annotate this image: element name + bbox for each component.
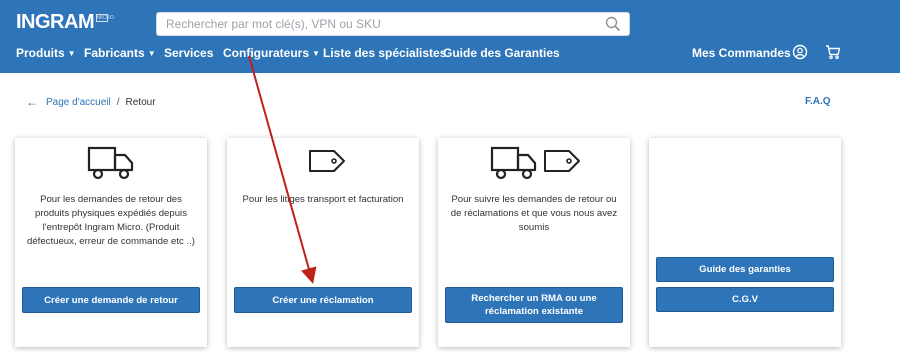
nav-produits[interactable]: Produits ▼ bbox=[16, 46, 76, 60]
faq-link[interactable]: F.A.Q bbox=[805, 96, 831, 107]
guide-garanties-button[interactable]: Guide des garanties bbox=[656, 257, 834, 282]
nav-produits-label: Produits bbox=[16, 46, 65, 60]
logo-text: INGRAM bbox=[16, 11, 95, 33]
truck-icon bbox=[490, 146, 537, 180]
card-retour-produit: Pour les demandes de retour des produits… bbox=[15, 138, 207, 347]
logo-subtext: MICRO bbox=[96, 14, 114, 22]
card-description: Pour suivre les demandes de retour ou de… bbox=[450, 194, 618, 233]
main-nav: Produits ▼ Fabricants ▼ Services Configura… bbox=[0, 44, 900, 64]
search-input[interactable] bbox=[157, 13, 587, 35]
creer-reclamation-button[interactable]: Créer une réclamation bbox=[234, 287, 412, 313]
nav-liste-specialistes-label: Liste des spécialistes bbox=[323, 46, 447, 60]
nav-fabricants-label: Fabricants bbox=[84, 46, 145, 60]
card-documents: Guide des garanties C.G.V bbox=[649, 138, 841, 347]
tag-icon bbox=[544, 150, 580, 172]
nav-mes-commandes[interactable]: Mes Commandes bbox=[692, 46, 791, 60]
card-reclamation: Pour les litiges transport et facturatio… bbox=[227, 138, 419, 347]
back-arrow-icon[interactable]: ← bbox=[26, 95, 38, 109]
rechercher-rma-button[interactable]: Rechercher un RMA ou une réclamation exi… bbox=[445, 287, 623, 323]
chevron-down-icon: ▼ bbox=[147, 49, 156, 58]
breadcrumb-current: Retour bbox=[125, 96, 156, 108]
card-description: Pour les demandes de retour des produits… bbox=[27, 194, 195, 247]
nav-fabricants[interactable]: Fabricants ▼ bbox=[84, 46, 156, 60]
mes-commandes-label: Mes Commandes bbox=[692, 46, 791, 60]
user-icon[interactable] bbox=[792, 44, 808, 60]
cart-icon[interactable] bbox=[825, 44, 841, 60]
breadcrumb: ← Page d'accueil / Retour bbox=[26, 95, 156, 109]
top-header: INGRAM MICRO Produits▼ Fabricants▼ Servi… bbox=[0, 0, 900, 73]
chevron-down-icon: ▼ bbox=[312, 49, 320, 58]
breadcrumb-separator: / bbox=[116, 96, 120, 108]
chevron-down-icon: ▼ bbox=[67, 49, 76, 58]
nav-guide-garanties-label: Guide des Garanties bbox=[443, 46, 560, 60]
search-icon[interactable] bbox=[605, 16, 621, 32]
cgv-button[interactable]: C.G.V bbox=[656, 287, 834, 312]
nav-configurateurs-label: Configurateurs bbox=[223, 46, 310, 60]
truck-icon bbox=[87, 146, 134, 180]
tag-icon bbox=[309, 150, 345, 172]
creer-demande-retour-button[interactable]: Créer une demande de retour bbox=[22, 287, 200, 313]
nav-services[interactable]: Services bbox=[164, 46, 213, 60]
nav-liste-specialistes[interactable]: Liste des spécialistes bbox=[323, 46, 446, 60]
ingram-logo[interactable]: INGRAM MICRO bbox=[16, 11, 114, 33]
card-recherche-rma: Pour suivre les demandes de retour ou de… bbox=[438, 138, 630, 347]
nav-configurateurs[interactable]: Configurateurs ▼ bbox=[223, 46, 320, 60]
nav-guide-garanties[interactable]: Guide des Garanties bbox=[443, 46, 560, 60]
search-bar bbox=[156, 12, 630, 36]
card-description: Pour les litiges transport et facturatio… bbox=[242, 194, 404, 205]
breadcrumb-home-link[interactable]: Page d'accueil bbox=[46, 97, 111, 108]
nav-services-label: Services bbox=[164, 46, 214, 60]
